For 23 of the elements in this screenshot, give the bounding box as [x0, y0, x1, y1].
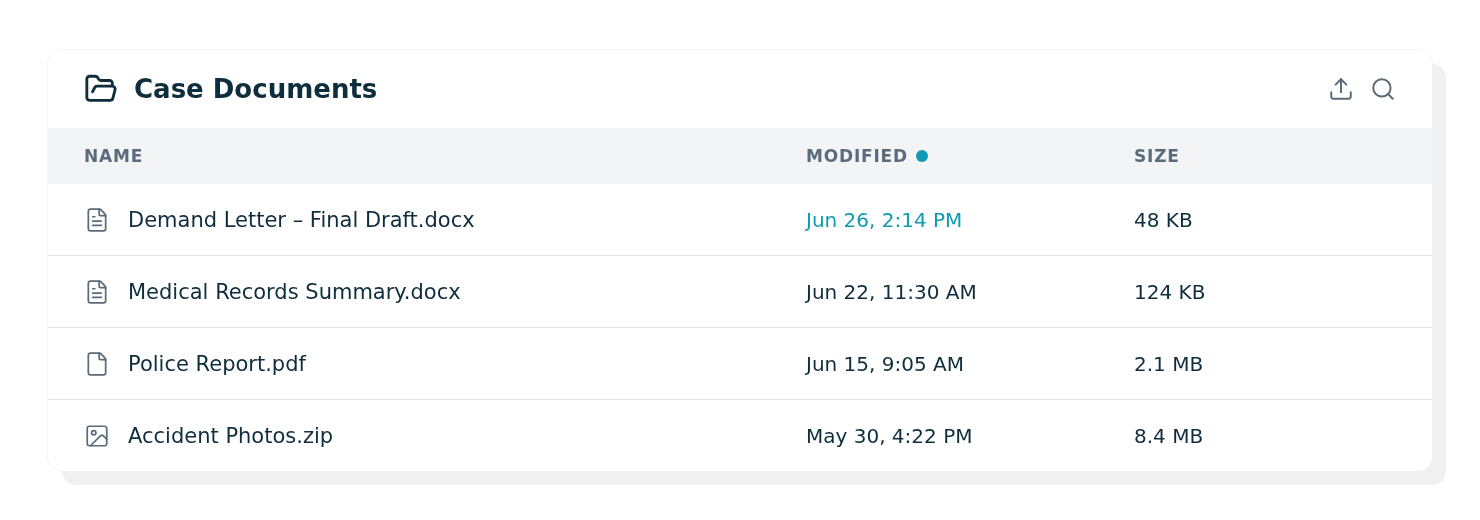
- upload-button[interactable]: [1328, 76, 1354, 102]
- column-header[interactable]: MODIFIED: [806, 146, 908, 166]
- file-size: 2.1 MB: [1134, 351, 1204, 376]
- file-size: 48 KB: [1134, 207, 1193, 232]
- file-name[interactable]: Demand Letter – Final Draft.docx: [128, 207, 475, 232]
- search-button[interactable]: [1370, 76, 1396, 102]
- file-name[interactable]: Accident Photos.zip: [128, 423, 334, 448]
- panel-title: Case Documents: [134, 74, 379, 104]
- column-header[interactable]: NAME: [84, 146, 144, 166]
- modified-date: Jun 22, 11:30 AM: [806, 279, 977, 304]
- file-name[interactable]: Medical Records Summary.docx: [128, 279, 461, 304]
- file-icon: [84, 350, 110, 377]
- modified-date: Jun 26, 2:14 PM: [806, 207, 963, 232]
- modified-date: Jun 15, 9:05 AM: [806, 351, 964, 376]
- image-icon: [84, 422, 110, 449]
- file-name[interactable]: Police Report.pdf: [128, 351, 306, 376]
- modified-date: May 30, 4:22 PM: [806, 423, 973, 448]
- column-header[interactable]: SIZE: [1134, 146, 1180, 166]
- document-icon: [84, 278, 110, 305]
- document-icon: [84, 206, 110, 233]
- file-size: 124 KB: [1134, 279, 1206, 304]
- file-size: 8.4 MB: [1134, 423, 1204, 448]
- sort-indicator-icon: [915, 150, 928, 162]
